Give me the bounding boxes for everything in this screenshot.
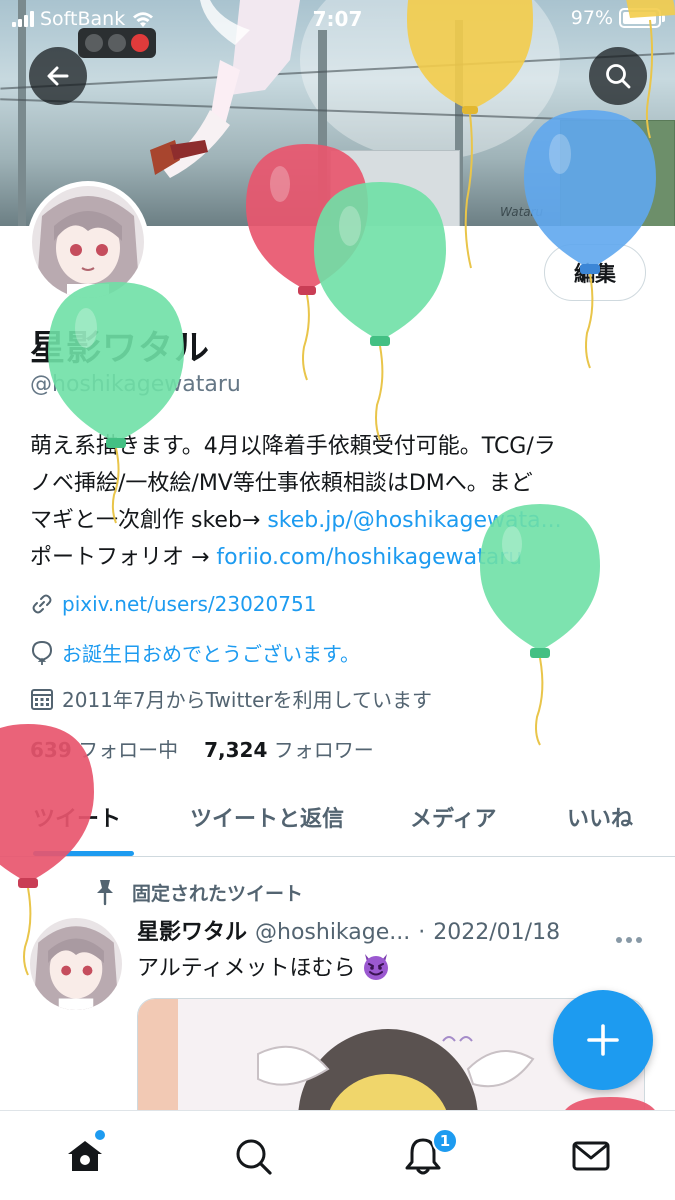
pinned-label: 固定されたツイート xyxy=(132,882,304,905)
tab-tweets-and-replies[interactable]: ツイートと返信 xyxy=(190,801,344,833)
joined-row: 2011年7月からTwitterを利用しています xyxy=(30,684,432,713)
link-icon xyxy=(32,594,52,614)
nav-home[interactable] xyxy=(62,1133,108,1179)
tweet-author-name[interactable]: 星影ワタル xyxy=(137,914,247,946)
home-icon xyxy=(68,1141,102,1171)
followers-count: 7,324 xyxy=(204,738,268,762)
notification-badge: 1 xyxy=(432,1128,458,1154)
nav-messages[interactable] xyxy=(568,1133,614,1179)
smiling-devil-icon xyxy=(364,954,389,980)
birthday-row: お誕生日おめでとうございます。 xyxy=(30,638,360,667)
tweet-text: アルティメットほむら xyxy=(137,956,356,981)
tab-media[interactable]: メディア xyxy=(410,801,496,833)
battery-percent: 97% xyxy=(570,7,613,29)
plus-icon xyxy=(587,1024,619,1056)
pinned-label-row: 固定されたツイート xyxy=(92,878,303,906)
bio-text: ポートフォリオ → xyxy=(30,545,217,570)
back-button[interactable] xyxy=(29,47,87,105)
calendar-icon xyxy=(31,688,53,710)
tweet-more-button[interactable] xyxy=(615,922,643,950)
tweet-author-handle[interactable]: @hoshikage... xyxy=(255,920,410,945)
nav-search[interactable] xyxy=(230,1133,276,1179)
balloon-icon xyxy=(31,640,53,665)
tweet-header: 星影ワタル @hoshikage... · 2022/01/18 xyxy=(137,914,560,946)
balloon-red xyxy=(0,724,94,976)
website-link[interactable]: pixiv.net/users/23020751 xyxy=(62,592,316,616)
compose-tweet-button[interactable] xyxy=(553,990,653,1090)
foriio-link[interactable]: foriio.com/hoshikagewataru xyxy=(216,545,522,570)
balloon-blue xyxy=(524,110,656,369)
balloon-green xyxy=(314,182,446,441)
birthday-text: お誕生日おめでとうございます。 xyxy=(62,642,360,666)
search-icon xyxy=(236,1139,272,1175)
tweet-body: アルティメットほむら xyxy=(137,950,391,982)
tweet-date[interactable]: 2022/01/18 xyxy=(433,920,560,945)
followers-link[interactable]: 7,324 フォロワー xyxy=(204,734,374,763)
arrow-left-icon xyxy=(47,66,69,86)
followers-label: フォロワー xyxy=(273,738,374,762)
more-dots-icon xyxy=(616,937,642,943)
status-bar: SoftBank 7:07 97% xyxy=(0,0,675,38)
joined-text: 2011年7月からTwitterを利用しています xyxy=(62,688,433,712)
balloon-green xyxy=(48,282,184,524)
website-row: pixiv.net/users/23020751 xyxy=(30,592,316,616)
profile-tabs: ツイート ツイートと返信 メディア いいね xyxy=(0,785,675,857)
balloon-green xyxy=(480,504,600,746)
tweet-separator: · xyxy=(418,920,426,945)
home-unread-dot xyxy=(95,1130,105,1140)
bottom-navigation: 1 xyxy=(0,1110,675,1200)
messages-icon xyxy=(572,1141,610,1171)
tab-likes[interactable]: いいね xyxy=(567,801,633,833)
